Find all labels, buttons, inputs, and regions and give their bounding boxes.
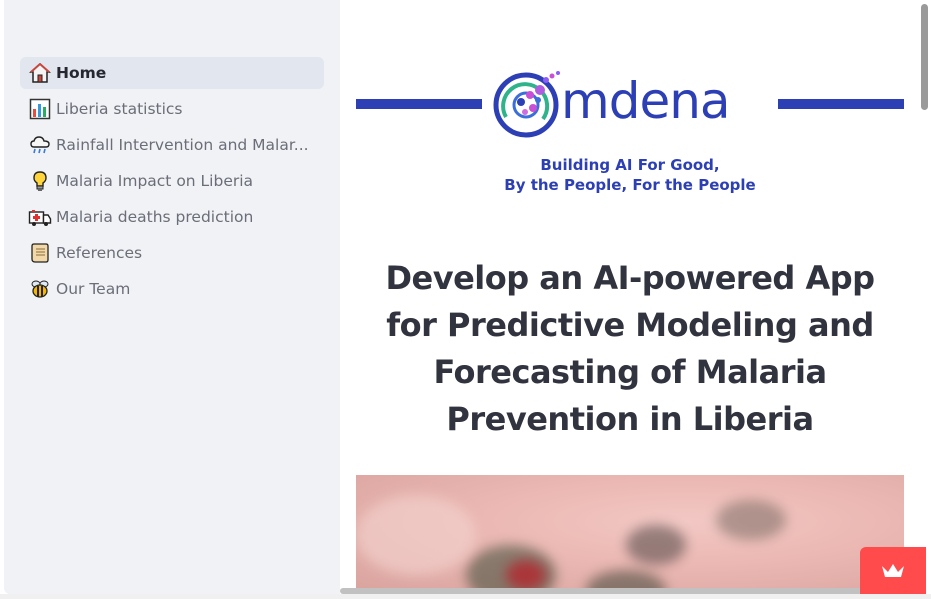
tagline-line-1: Building AI For Good,: [540, 156, 720, 174]
rain-cloud-icon: [28, 133, 52, 157]
sidebar-item-malaria-impact[interactable]: Malaria Impact on Liberia: [20, 165, 324, 197]
light-bulb-icon: [28, 169, 52, 193]
vertical-scrollbar-thumb[interactable]: [921, 4, 928, 110]
hero-mosquito-image: [356, 475, 904, 592]
sidebar-item-label: Home: [56, 64, 107, 82]
sidebar-item-label: Liberia statistics: [56, 100, 183, 118]
bee-icon: [28, 277, 52, 301]
house-icon: [28, 61, 52, 85]
sidebar-nav: Home Liberia statistics Rainfall Interve…: [20, 57, 324, 309]
ambulance-icon: [28, 205, 52, 229]
scroll-icon: [28, 241, 52, 265]
bar-chart-icon: [28, 97, 52, 121]
omdena-mark-icon: [493, 71, 560, 138]
sidebar-item-label: Malaria Impact on Liberia: [56, 172, 254, 190]
sidebar-item-our-team[interactable]: Our Team: [20, 273, 324, 305]
crown-icon: [882, 563, 904, 577]
main-content: mdena Building AI For Good, By the Peopl…: [340, 0, 918, 592]
logo-divider-left: [356, 99, 482, 109]
window-bottom-edge: [0, 594, 931, 599]
sidebar-item-malaria-deaths-prediction[interactable]: Malaria deaths prediction: [20, 201, 324, 233]
sidebar-item-references[interactable]: References: [20, 237, 324, 269]
logo-wordmark: mdena: [561, 72, 731, 130]
page-title: Develop an AI-powered App for Predictive…: [385, 259, 875, 438]
sidebar-item-label: Malaria deaths prediction: [56, 208, 254, 226]
sidebar-item-liberia-statistics[interactable]: Liberia statistics: [20, 93, 324, 125]
sidebar-item-home[interactable]: Home: [20, 57, 324, 89]
logo-divider-right: [778, 99, 904, 109]
sidebar-item-label: Our Team: [56, 280, 131, 298]
sidebar-item-label: References: [56, 244, 143, 262]
sidebar-item-rainfall[interactable]: Rainfall Intervention and Malar...: [20, 129, 324, 161]
tagline-line-2: By the People, For the People: [504, 176, 756, 194]
sidebar: Home Liberia statistics Rainfall Interve…: [4, 0, 340, 594]
sidebar-item-label: Rainfall Intervention and Malar...: [56, 136, 309, 154]
omdena-logo: mdena Building AI For Good, By the Peopl…: [356, 62, 904, 202]
streamlit-badge-button[interactable]: [860, 547, 926, 594]
